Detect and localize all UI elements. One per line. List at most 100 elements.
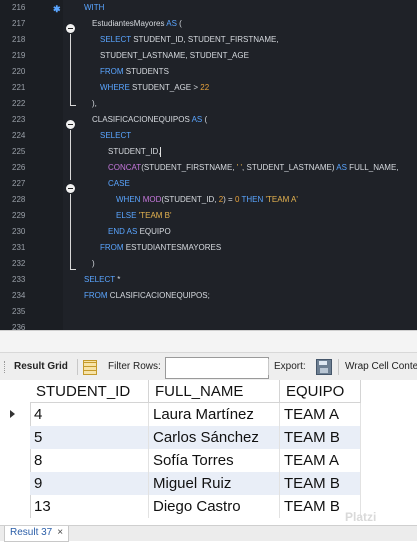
code-token: STUDENT_ID, (108, 147, 161, 156)
fold-guide (70, 34, 71, 100)
row-header[interactable] (0, 403, 31, 426)
code-text: ), (92, 96, 97, 112)
result-tab-label: Result 37 (10, 527, 53, 538)
result-grid-icon[interactable] (83, 360, 97, 375)
row-header-corner (0, 380, 31, 403)
close-icon[interactable]: × (57, 527, 63, 538)
code-line[interactable]: 234 FROM CLASIFICACIONEQUIPOS; (0, 288, 417, 304)
table-cell[interactable]: Laura Martínez (149, 403, 280, 426)
line-number: 229 (12, 211, 26, 220)
code-token: SELECT (100, 131, 132, 140)
code-text: STUDENT_ID, (108, 144, 162, 160)
table-cell[interactable]: 13 (30, 495, 149, 518)
code-line[interactable]: 218 SELECT STUDENT_ID, STUDENT_FIRSTNAME, (0, 32, 417, 48)
fold-toggle-icon[interactable] (66, 184, 75, 193)
code-token: STUDENT_LASTNAME, STUDENT_AGE (100, 51, 249, 60)
line-number: 221 (12, 83, 26, 92)
code-line[interactable]: 220 FROM STUDENTS (0, 64, 417, 80)
result-toolbar: Result Grid Filter Rows: Export: Wrap Ce… (0, 352, 417, 382)
table-cell[interactable]: 5 (30, 426, 149, 449)
fold-toggle-icon[interactable] (66, 120, 75, 129)
code-text: CASE (108, 176, 130, 192)
row-header[interactable] (0, 472, 31, 495)
code-line[interactable]: 230 END AS EQUIPO (0, 224, 417, 240)
code-token: WHERE (100, 83, 130, 92)
table-row[interactable]: 5 Carlos Sánchez TEAM B (0, 426, 417, 449)
code-line[interactable]: 231 FROM ESTUDIANTESMAYORES (0, 240, 417, 256)
line-number: 225 (12, 147, 26, 156)
column-header[interactable]: STUDENT_ID (30, 380, 149, 403)
code-line[interactable]: 227 CASE (0, 176, 417, 192)
column-header[interactable]: FULL_NAME (149, 380, 280, 403)
result-grid[interactable]: STUDENT_ID FULL_NAME EQUIPO 4 Laura Martí… (0, 380, 417, 525)
line-number: 224 (12, 131, 26, 140)
code-text: WITH (84, 0, 104, 16)
code-text: SELECT STUDENT_ID, STUDENT_FIRSTNAME, (100, 32, 279, 48)
current-row-arrow-icon (10, 410, 15, 418)
editor-results-splitter[interactable] (0, 330, 417, 353)
toolbar-grip-icon[interactable] (4, 361, 8, 373)
table-cell[interactable]: Miguel Ruiz (149, 472, 280, 495)
code-line[interactable]: 226 CONCAT(STUDENT_FIRSTNAME, ' ', STUDEN… (0, 160, 417, 176)
code-token: ) (92, 259, 95, 268)
code-token: STUDENTS (123, 67, 169, 76)
code-line[interactable]: 216 WITH (0, 0, 417, 16)
code-token: FROM (100, 243, 124, 252)
table-cell[interactable]: TEAM A (280, 449, 361, 472)
filter-rows-input[interactable] (165, 357, 269, 379)
sql-editor[interactable]: ✱ 216 WITH 217 EstudiantesMayores AS (218 SE… (0, 0, 417, 330)
line-number: 227 (12, 179, 26, 188)
code-line[interactable]: 232) (0, 256, 417, 272)
line-number: 228 (12, 195, 26, 204)
code-line[interactable]: 235 (0, 304, 417, 320)
code-line[interactable]: 229 ELSE 'TEAM B' (0, 208, 417, 224)
code-token: FROM (100, 67, 124, 76)
code-line[interactable]: 233 SELECT * (0, 272, 417, 288)
code-line[interactable]: 228 WHEN MOD(STUDENT_ID, 2) = 0 THEN 'TEA… (0, 192, 417, 208)
code-token: CLASIFICACIONEQUIPOS; (107, 291, 210, 300)
table-cell[interactable]: TEAM B (280, 426, 361, 449)
table-row[interactable]: 4 Laura Martínez TEAM A (0, 403, 417, 426)
code-line[interactable]: 222), (0, 96, 417, 112)
line-number: 220 (12, 67, 26, 76)
code-line[interactable]: 219 STUDENT_LASTNAME, STUDENT_AGE (0, 48, 417, 64)
row-header[interactable] (0, 495, 31, 518)
table-cell[interactable]: 8 (30, 449, 149, 472)
row-header[interactable] (0, 426, 31, 449)
line-number: 226 (12, 163, 26, 172)
column-header[interactable]: EQUIPO (280, 380, 361, 403)
table-row[interactable]: 8 Sofía Torres TEAM A (0, 449, 417, 472)
code-token: AS (336, 163, 347, 172)
table-cell[interactable]: TEAM A (280, 403, 361, 426)
code-token: EstudiantesMayores (92, 19, 167, 28)
table-cell[interactable]: 4 (30, 403, 149, 426)
code-text: CONCAT(STUDENT_FIRSTNAME, ' ', STUDENT_L… (108, 160, 399, 176)
line-number: 233 (12, 275, 26, 284)
result-grid-tab[interactable]: Result Grid (14, 353, 68, 381)
line-number: 232 (12, 259, 26, 268)
table-cell[interactable]: 9 (30, 472, 149, 495)
code-line[interactable]: 224 SELECT (0, 128, 417, 144)
code-line[interactable]: 221 WHERE STUDENT_AGE > 22 (0, 80, 417, 96)
code-line[interactable]: 217 EstudiantesMayores AS ( (0, 16, 417, 32)
line-number: 222 (12, 99, 26, 108)
fold-guide (70, 130, 71, 180)
table-cell[interactable]: Carlos Sánchez (149, 426, 280, 449)
line-number: 236 (12, 323, 26, 330)
table-cell[interactable]: Sofía Torres (149, 449, 280, 472)
line-number: 218 (12, 35, 26, 44)
code-line[interactable]: 236 (0, 320, 417, 330)
code-token: AS (166, 19, 177, 28)
code-line[interactable]: 223 CLASIFICACIONEQUIPOS AS ( (0, 112, 417, 128)
table-cell[interactable]: TEAM B (280, 472, 361, 495)
toolbar-separator (77, 359, 78, 375)
fold-toggle-icon[interactable] (66, 24, 75, 33)
table-row[interactable]: 9 Miguel Ruiz TEAM B (0, 472, 417, 495)
code-token: CLASIFICACIONEQUIPOS (92, 115, 192, 124)
export-icon[interactable] (316, 359, 332, 375)
code-line[interactable]: 225 STUDENT_ID, (0, 144, 417, 160)
code-token: CONCAT (108, 163, 142, 172)
row-header[interactable] (0, 449, 31, 472)
wrap-cell-content-label[interactable]: Wrap Cell Conte (345, 353, 417, 381)
table-cell[interactable]: Diego Castro (149, 495, 280, 518)
